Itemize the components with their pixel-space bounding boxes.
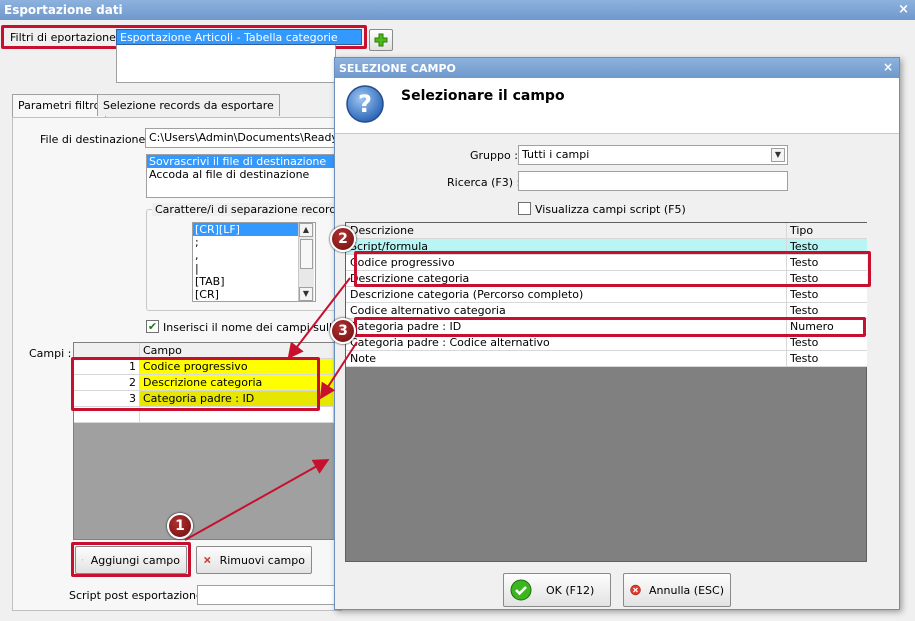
step-badge-1: 1 bbox=[167, 513, 193, 539]
annotation-arrows bbox=[184, 277, 358, 541]
step-badge-3: 3 bbox=[330, 318, 356, 344]
arrow-3 bbox=[319, 341, 358, 400]
step-badge-2: 2 bbox=[330, 226, 356, 252]
arrow-2 bbox=[287, 277, 351, 360]
arrow-1 bbox=[184, 459, 330, 541]
